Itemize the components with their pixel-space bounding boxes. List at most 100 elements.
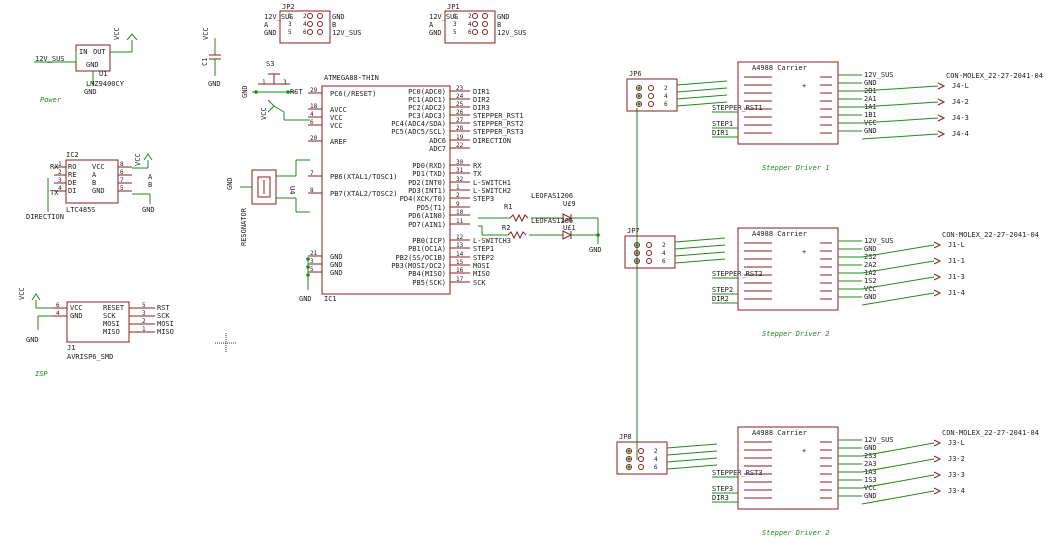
molex-pin: J4-2 xyxy=(952,98,969,106)
mcu-net-right: DIR1 xyxy=(473,88,490,96)
mcu-pin-right: ADC7 xyxy=(429,145,446,153)
header-fan-wire xyxy=(666,464,718,470)
mcu-pin-right: PC3(ADC3) xyxy=(408,112,446,120)
driver-body xyxy=(737,426,839,510)
resonator-gnd: GND xyxy=(226,177,234,190)
driver-body xyxy=(737,61,839,145)
mcu-net-right: STEPPER_RST2 xyxy=(473,120,524,128)
power-regulator: IN OUT GND 12V_SUS VCC GND U1 LMZ9400CY … xyxy=(34,27,138,104)
molex-pin: J1-1 xyxy=(948,257,965,265)
header-pin-icon xyxy=(646,242,652,248)
molex-pin: J1-L xyxy=(948,241,965,249)
header-pin-icon xyxy=(646,258,652,264)
molex-pin-arrow-icon xyxy=(933,289,942,297)
mcu-pin-right: PD2(INT0) xyxy=(408,179,446,187)
isp-pin-num-right: 1 xyxy=(142,326,146,333)
molex-connector: CON-MOLEX_22-27-2041-04 xyxy=(946,72,1043,80)
isp-pin-left: GND xyxy=(70,312,83,320)
mcu-net-right: DIR3 xyxy=(473,104,490,112)
header-net-right: 12V_SUS xyxy=(497,29,527,37)
header-pin-icon xyxy=(472,29,478,35)
mcu-net-right: RX xyxy=(473,162,482,170)
driver-rst-net: STEPPER_RST1 xyxy=(712,104,763,112)
header-pin-icon xyxy=(638,448,644,454)
header-jp8: JP8 246 xyxy=(616,433,718,475)
molex-pin: J4-4 xyxy=(952,130,969,138)
molex-pin-arrow-icon xyxy=(937,130,946,138)
mcu-pin-num-left: 18 xyxy=(310,103,318,110)
r2-ref: R2 xyxy=(502,224,510,232)
mcu-net-right: SCK xyxy=(473,279,486,287)
header-fan-wire xyxy=(666,443,718,449)
molex-pin: J4-3 xyxy=(952,114,969,122)
header-net-left: GND xyxy=(264,29,277,37)
vcc-label: VCC xyxy=(113,27,121,40)
driver-marker: + xyxy=(802,248,806,256)
mcu-net-right: STEP2 xyxy=(473,254,494,262)
ic2-pin-num-right: 7 xyxy=(120,177,124,184)
header-pin-num: 3 xyxy=(453,21,457,28)
vcc-arrow-icon xyxy=(126,33,138,41)
stepper-driver-2: A4988 Carrier STEPPER_RST2 STEP2DIR2 +12V_S… xyxy=(712,227,1039,338)
ic2-ref: IC2 xyxy=(66,151,79,159)
ic2-pin-num-left: 4 xyxy=(58,185,62,192)
mcu-pin-right: PB0(ICP) xyxy=(412,237,446,245)
driver-caption: Stepper Driver 2 xyxy=(762,529,829,537)
header-junction xyxy=(637,86,641,90)
power-caption: Power xyxy=(40,96,62,104)
isp-net: MISO xyxy=(157,328,174,336)
mcu-pin-num-right: 22 xyxy=(456,142,464,149)
mcu-net-right: DIRECTION xyxy=(473,137,511,145)
mcu-pin-right: PD5(T1) xyxy=(416,204,446,212)
header-ref: JP6 xyxy=(629,70,642,78)
molex-pin: J3-L xyxy=(948,439,965,447)
mcu-vcc-sym: VCC xyxy=(260,107,268,120)
mcu-pin-left: PC6(/RESET) xyxy=(330,90,376,98)
driver-step-net: STEP2 xyxy=(712,286,733,294)
driver-step-net: STEP1 xyxy=(712,120,733,128)
vcc-arrow-icon-2 xyxy=(267,99,275,113)
stepper-driver-1: A4988 Carrier STEPPER_RST1 STEP1DIR1 +12V_S… xyxy=(712,61,1043,172)
mcu-pin-num-right: 31 xyxy=(456,167,464,174)
ic2-pin-num-left: 1 xyxy=(58,161,62,168)
reg-out-pin: OUT xyxy=(93,48,106,56)
mcu-pin-num-right: 16 xyxy=(456,267,464,274)
mcu-net-right: L-SWITCH1 xyxy=(473,179,511,187)
header-fan-wire xyxy=(674,251,726,257)
ic2-pin-num-right: 5 xyxy=(120,185,124,192)
isp-pin-num-right: 3 xyxy=(142,310,146,317)
mcu-pin-num-right: 32 xyxy=(456,176,464,183)
molex-pin-arrow-icon xyxy=(933,257,942,265)
switch-pin-3: 3 xyxy=(283,79,287,86)
header-junction xyxy=(637,102,641,106)
mcu-gnd-junction-2 xyxy=(306,265,310,269)
header-pin-num: 1 xyxy=(288,13,292,20)
header-jp7: JP7 246 xyxy=(624,227,726,269)
driver-pin-net: 12V_SUS xyxy=(864,71,894,79)
mcu-pin-num-right: 28 xyxy=(456,125,464,132)
driver-rst-net: STEPPER_RST2 xyxy=(712,270,763,278)
header-fan-wire xyxy=(676,80,728,86)
driver-pin-net: 1S3 xyxy=(864,476,877,484)
header-pin-num: 2 xyxy=(662,242,666,249)
ic2-pin-right: VCC xyxy=(92,163,105,171)
header-junction xyxy=(627,449,631,453)
mcu-pin-left: AREF xyxy=(330,138,347,146)
capacitor-c1: VCC C1 GND xyxy=(201,27,221,88)
driver-pin-net: 2A3 xyxy=(864,460,877,468)
r1-ref: R1 xyxy=(504,203,512,211)
mcu-right-pins: PC0(ADC0) 23 DIR1 PC1(ADC1) 24 DIR2 PC2(ADC2) 2… xyxy=(391,85,523,287)
header-pin-num: 4 xyxy=(662,250,666,257)
driver-pin-net: 12V_SUS xyxy=(864,436,894,444)
header-net-left: GND xyxy=(429,29,442,37)
cap-gnd: GND xyxy=(208,80,221,88)
mcu-pin-num-right: 12 xyxy=(456,234,464,241)
header-pin-num: 1 xyxy=(453,13,457,20)
led2-ref: U£1 xyxy=(563,224,576,232)
header-fan-wire xyxy=(674,258,726,264)
molex-connector: CON-MOLEX_22-27-2041-04 xyxy=(942,429,1039,437)
header-net-right: GND xyxy=(497,13,510,21)
molex-pin-arrow-icon xyxy=(937,82,946,90)
header-junction xyxy=(627,457,631,461)
ic2-a: A xyxy=(148,173,153,181)
